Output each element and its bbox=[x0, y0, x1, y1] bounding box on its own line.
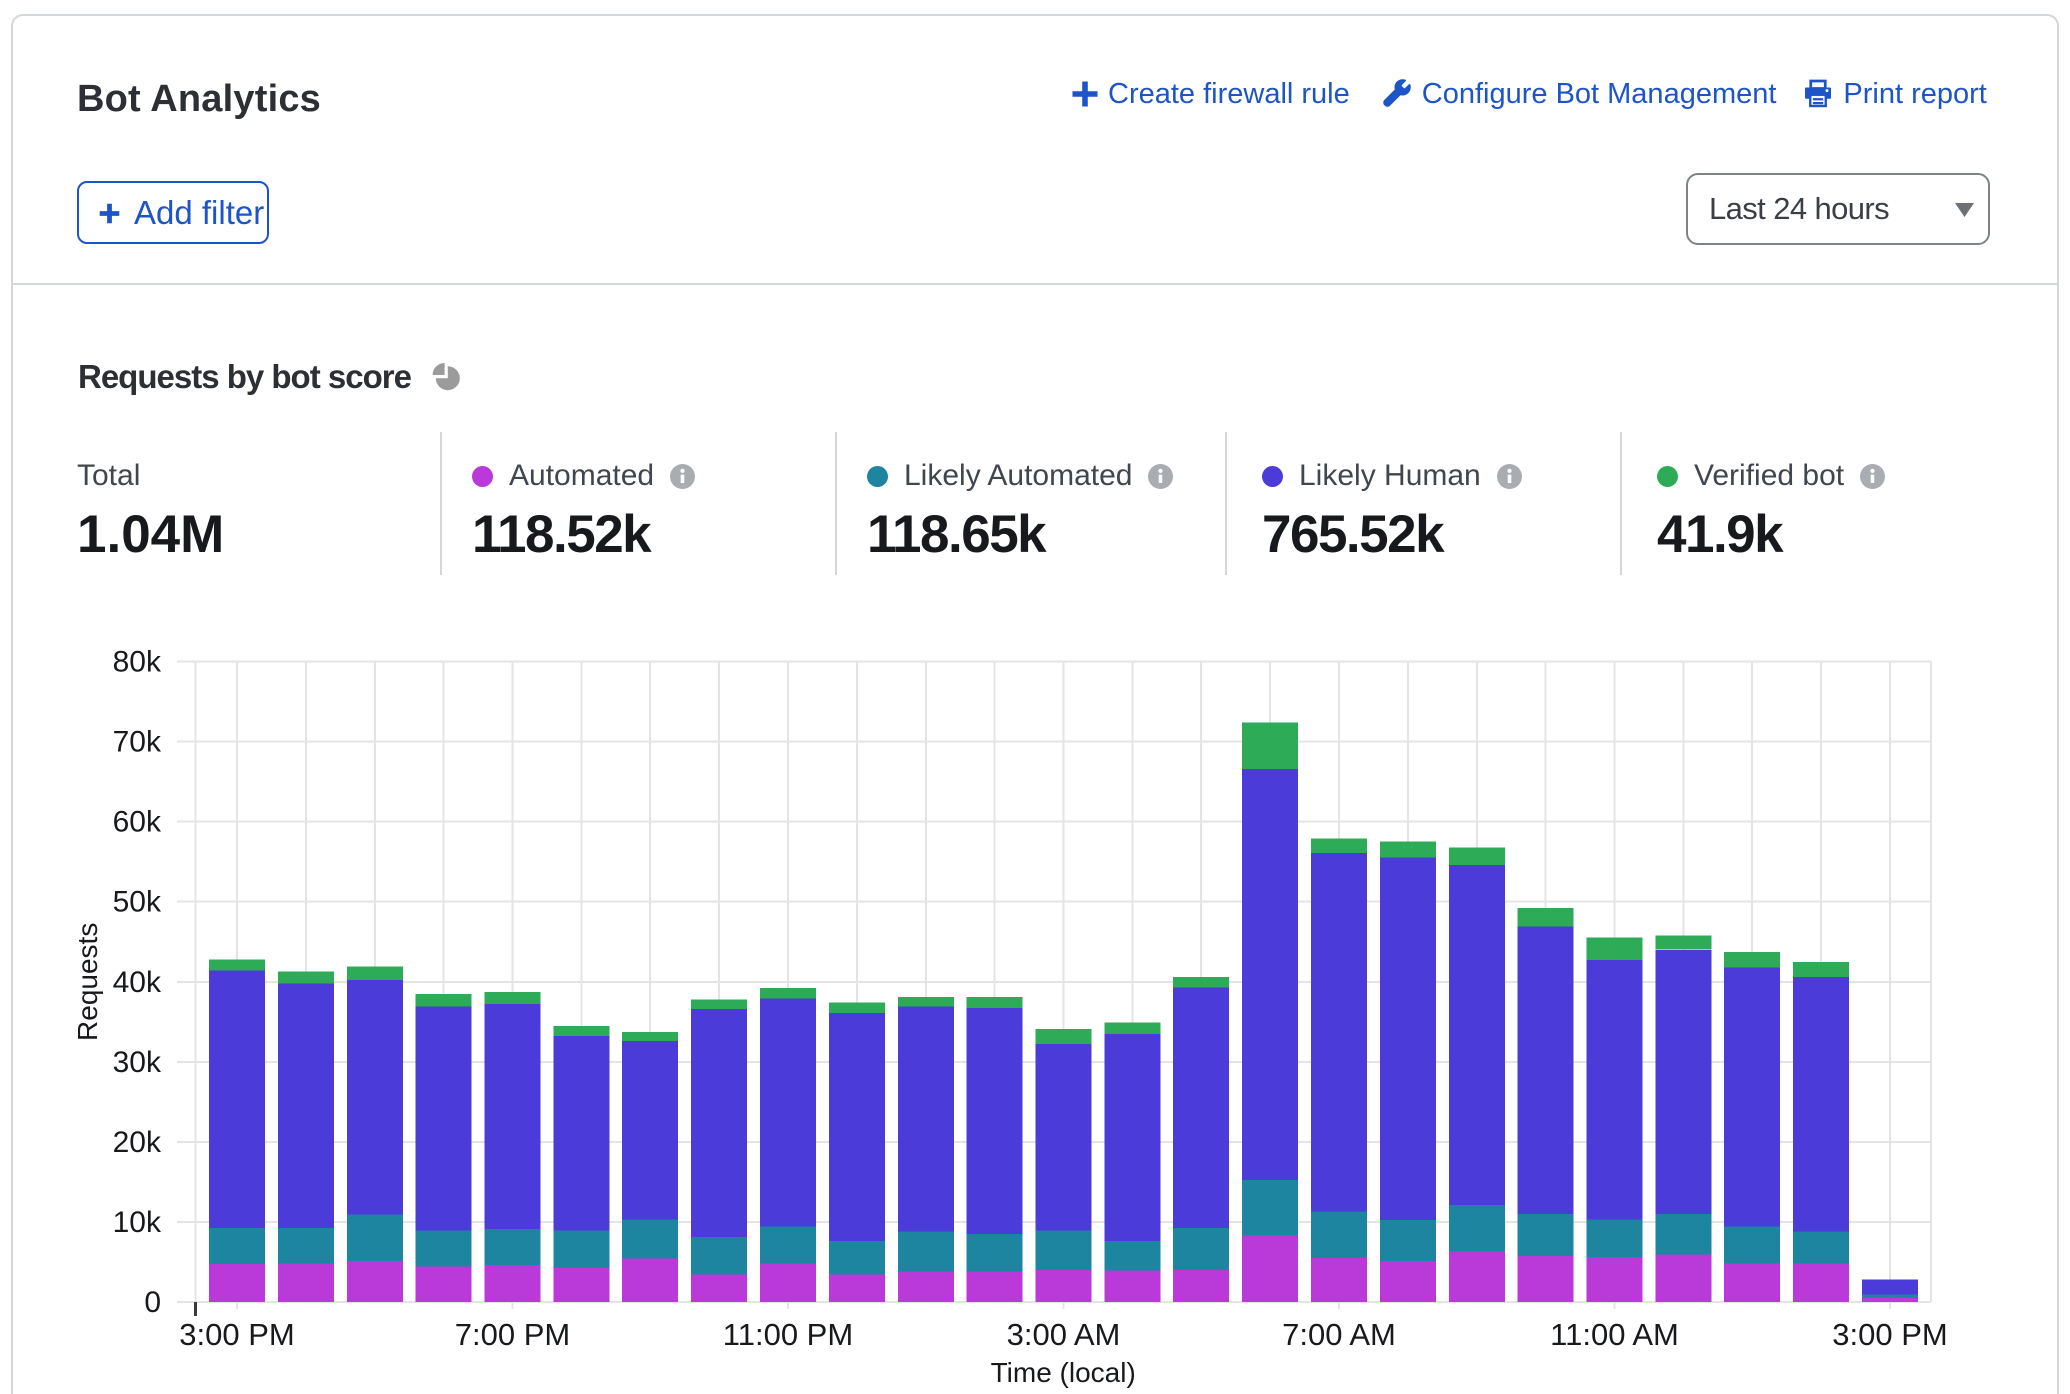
svg-text:3:00 PM: 3:00 PM bbox=[179, 1317, 294, 1352]
svg-text:Time (local): Time (local) bbox=[991, 1357, 1136, 1388]
svg-text:Requests: Requests bbox=[72, 923, 103, 1041]
svg-text:3:00 PM: 3:00 PM bbox=[1832, 1317, 1947, 1352]
svg-text:7:00 PM: 7:00 PM bbox=[455, 1317, 570, 1352]
svg-text:70k: 70k bbox=[113, 726, 162, 759]
svg-text:3:00 AM: 3:00 AM bbox=[1007, 1317, 1121, 1352]
svg-text:30k: 30k bbox=[113, 1046, 162, 1079]
svg-text:7:00 AM: 7:00 AM bbox=[1282, 1317, 1396, 1352]
svg-text:20k: 20k bbox=[113, 1126, 162, 1159]
svg-text:0: 0 bbox=[144, 1286, 161, 1319]
svg-text:11:00 PM: 11:00 PM bbox=[723, 1317, 853, 1352]
svg-text:60k: 60k bbox=[113, 806, 162, 839]
svg-text:80k: 80k bbox=[113, 646, 162, 679]
svg-text:40k: 40k bbox=[113, 966, 162, 999]
svg-text:11:00 AM: 11:00 AM bbox=[1550, 1317, 1679, 1352]
svg-text:50k: 50k bbox=[113, 886, 162, 919]
svg-text:10k: 10k bbox=[113, 1206, 162, 1239]
